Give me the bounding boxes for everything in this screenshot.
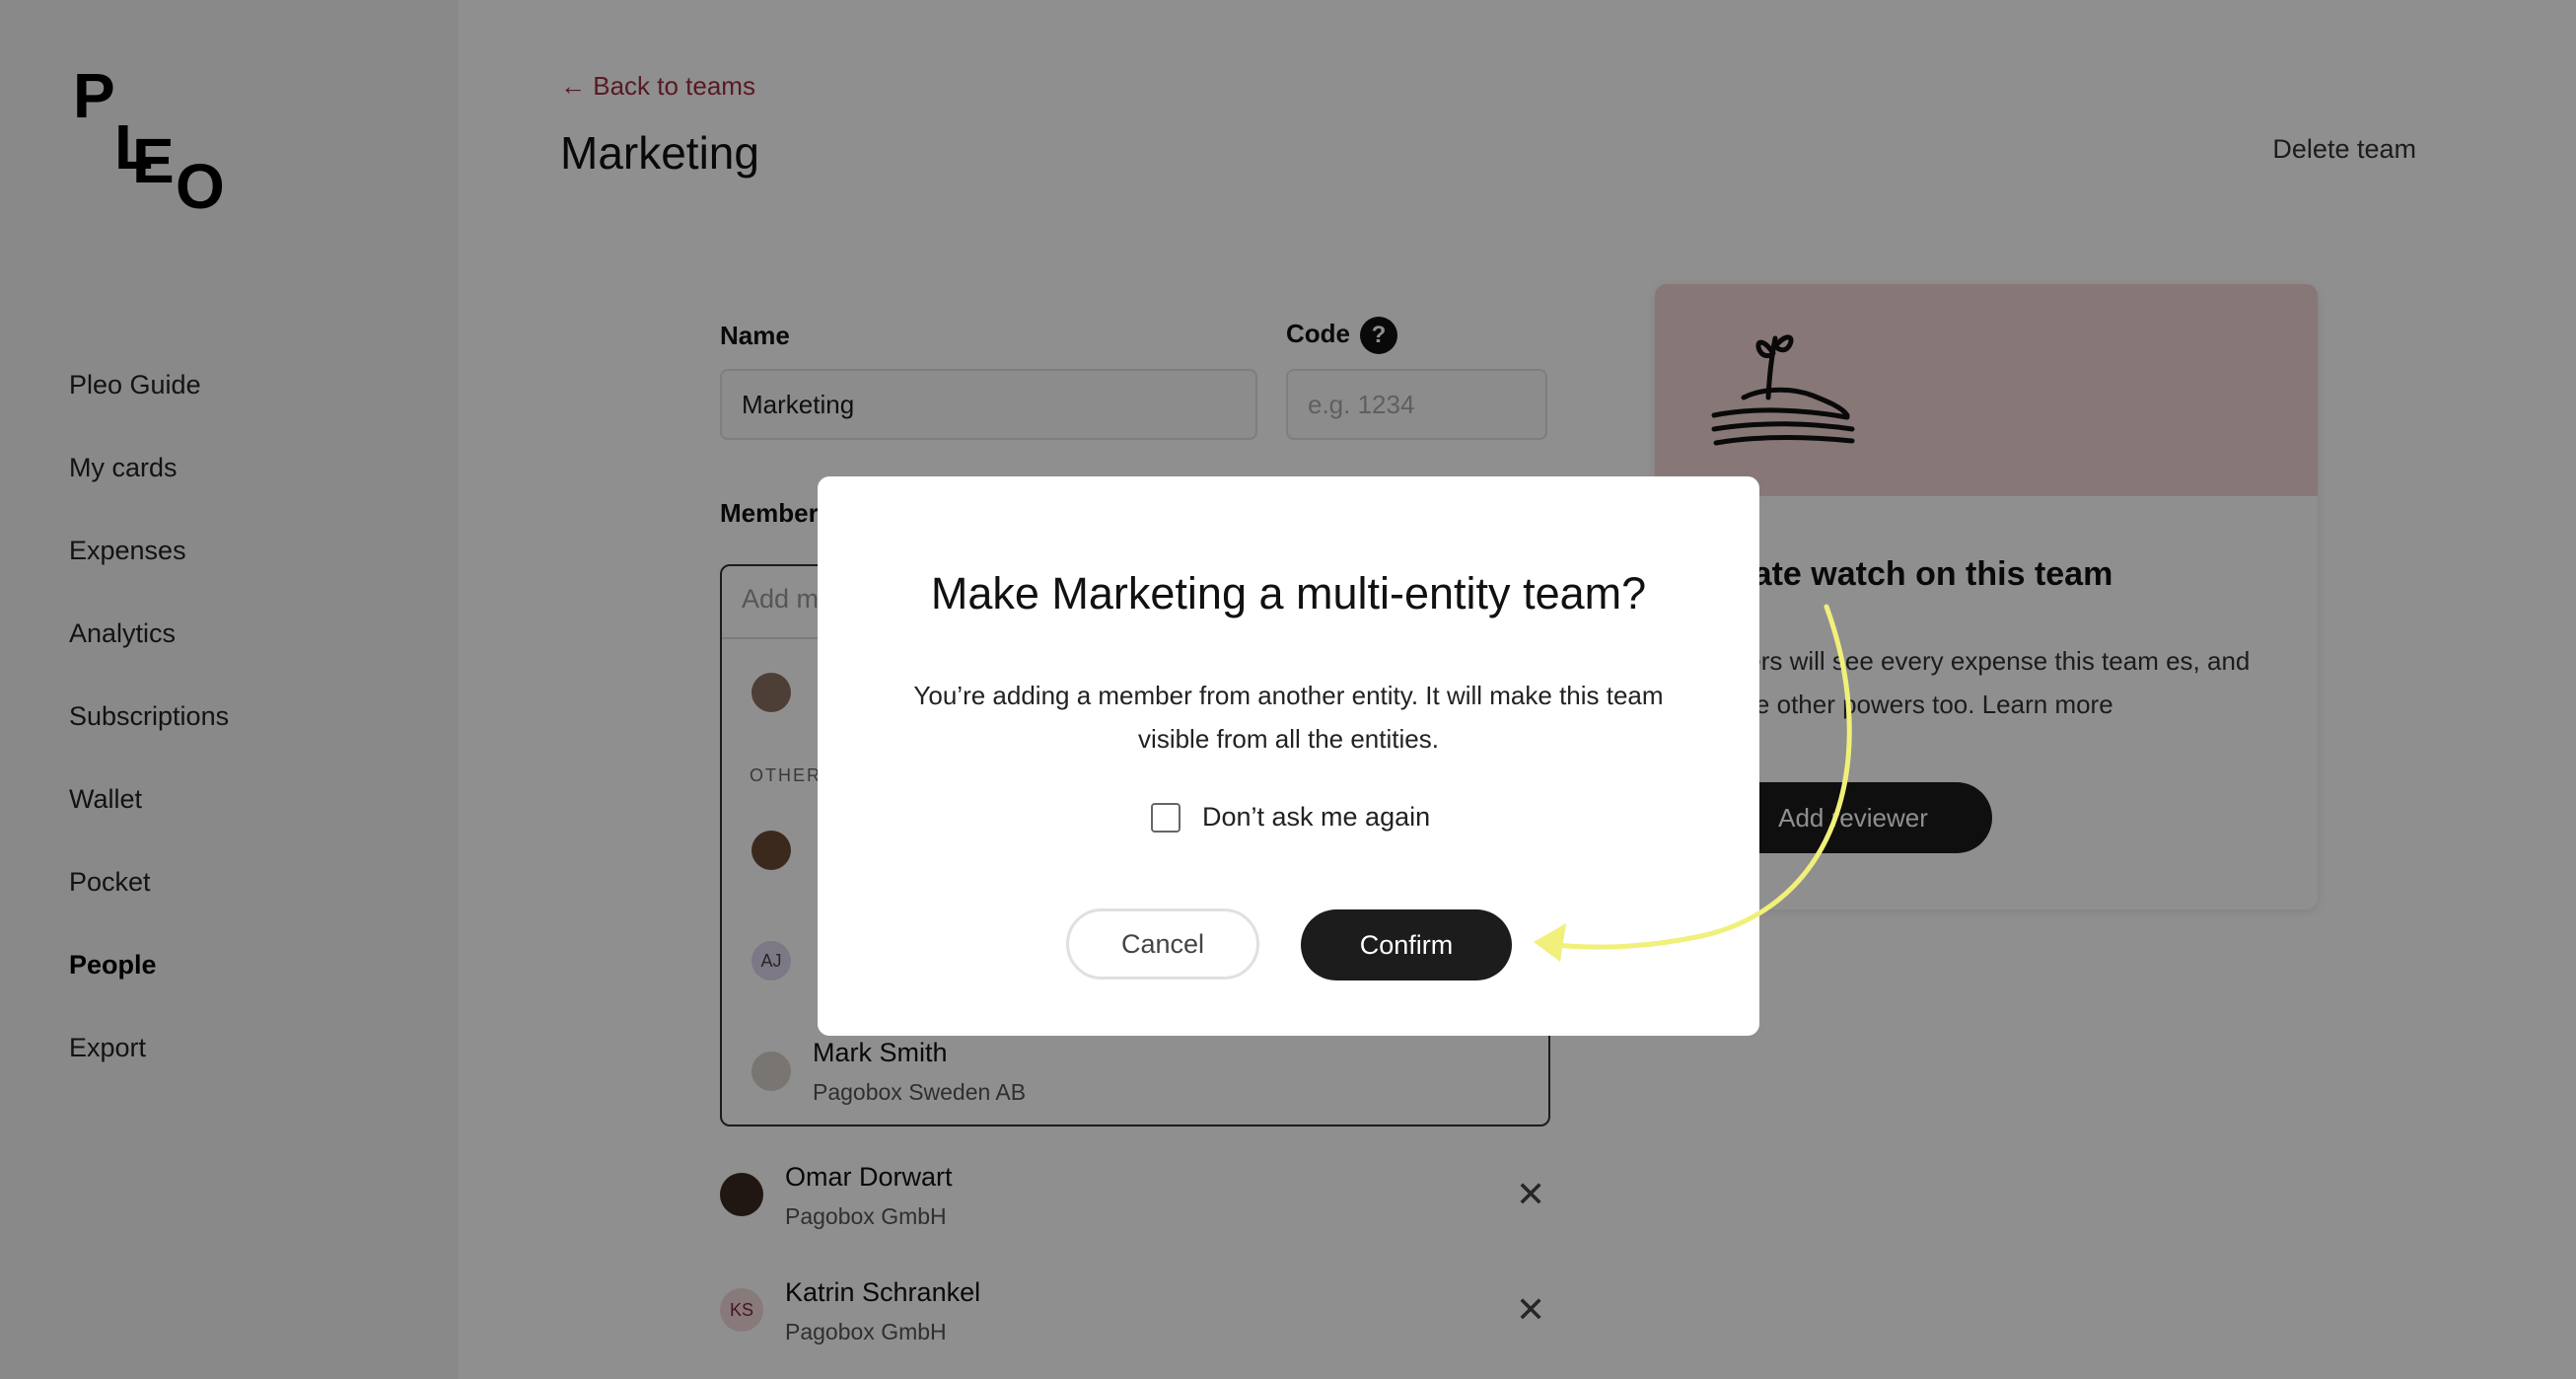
dialog-title: Make Marketing a multi-entity team? — [930, 568, 1647, 618]
dialog-body: You’re adding a member from another enti… — [913, 681, 1664, 754]
dont-ask-again-checkbox-row[interactable]: Don’t ask me again — [1151, 802, 1430, 833]
confirm-button[interactable]: Confirm — [1301, 909, 1512, 980]
multi-entity-dialog: Make Marketing a multi-entity team? You’… — [818, 476, 1759, 1036]
dont-ask-again-checkbox[interactable] — [1151, 802, 1181, 833]
cancel-button[interactable]: Cancel — [1066, 908, 1259, 980]
dont-ask-again-label[interactable]: Don’t ask me again — [1202, 802, 1430, 833]
